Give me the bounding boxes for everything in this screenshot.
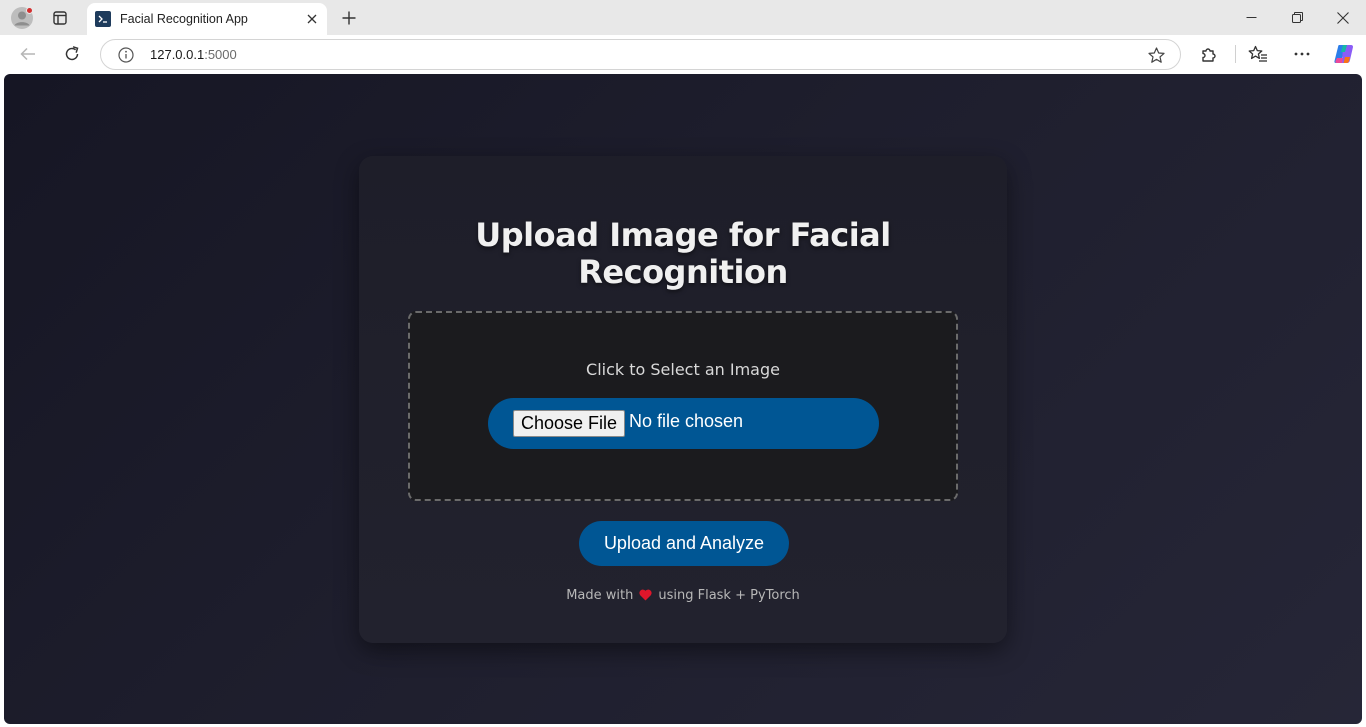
close-window-button[interactable] — [1320, 0, 1366, 35]
navigation-bar: 127.0.0.1:5000 — [0, 35, 1366, 73]
extensions-button[interactable] — [1194, 40, 1224, 68]
heart-icon — [639, 589, 652, 605]
puzzle-icon — [1202, 48, 1216, 62]
tab-actions-icon — [53, 11, 67, 25]
profile-button[interactable] — [9, 5, 35, 31]
image-drop-zone[interactable]: Click to Select an Image Choose File No … — [408, 311, 958, 501]
upload-card: Upload Image for Facial Recognition Clic… — [359, 156, 1007, 643]
minimize-button[interactable] — [1228, 0, 1274, 35]
refresh-icon — [65, 46, 79, 61]
close-icon — [1337, 11, 1349, 24]
footer-credit: Made with using Flask + PyTorch — [359, 588, 1007, 605]
copilot-button[interactable] — [1329, 40, 1359, 68]
footer-text-after: using Flask + PyTorch — [658, 588, 800, 603]
select-image-prompt: Click to Select an Image — [586, 360, 780, 379]
info-icon — [118, 47, 134, 63]
terminal-favicon-icon — [95, 11, 111, 27]
page-title-line-2: Recognition — [578, 253, 788, 291]
active-tab[interactable]: Facial Recognition App — [87, 3, 327, 35]
back-button[interactable] — [13, 40, 43, 68]
notification-dot — [26, 7, 33, 14]
favorites-button[interactable] — [1243, 40, 1273, 68]
address-bar[interactable]: 127.0.0.1:5000 — [100, 39, 1181, 70]
more-icon — [1294, 52, 1310, 56]
plus-icon — [342, 11, 356, 25]
refresh-button[interactable] — [57, 40, 87, 68]
tab-actions-button[interactable] — [48, 6, 72, 30]
page-viewport: Upload Image for Facial Recognition Clic… — [4, 74, 1362, 724]
tab-strip: Facial Recognition App — [0, 0, 1366, 35]
tab-title: Facial Recognition App — [120, 12, 248, 26]
upload-and-analyze-button[interactable]: Upload and Analyze — [579, 521, 789, 566]
toolbar-separator — [1235, 45, 1236, 63]
restore-button[interactable] — [1274, 0, 1320, 35]
copilot-icon — [1334, 45, 1353, 63]
restore-icon — [1291, 12, 1303, 23]
no-file-chosen-text: No file chosen — [629, 411, 744, 431]
url-text: 127.0.0.1:5000 — [150, 47, 237, 62]
add-favorite-button[interactable] — [1146, 45, 1166, 65]
settings-menu-button[interactable] — [1287, 40, 1317, 68]
file-input[interactable]: Choose File No file chosen — [488, 398, 879, 449]
minimize-icon — [1246, 17, 1256, 18]
favorites-icon — [1248, 45, 1267, 62]
page-title: Upload Image for Facial Recognition — [359, 217, 1007, 291]
page-title-line-1: Upload Image for Facial — [475, 216, 891, 254]
new-tab-button[interactable] — [336, 5, 362, 31]
choose-file-button[interactable]: Choose File — [513, 410, 626, 437]
star-icon — [1147, 46, 1165, 63]
footer-text-before: Made with — [566, 588, 634, 603]
site-info-button[interactable] — [117, 46, 135, 64]
close-icon — [307, 14, 317, 24]
back-arrow-icon — [20, 47, 35, 61]
url-host: 127.0.0.1 — [150, 47, 205, 62]
url-port: :5000 — [204, 47, 237, 62]
tab-close-button[interactable] — [301, 8, 323, 30]
